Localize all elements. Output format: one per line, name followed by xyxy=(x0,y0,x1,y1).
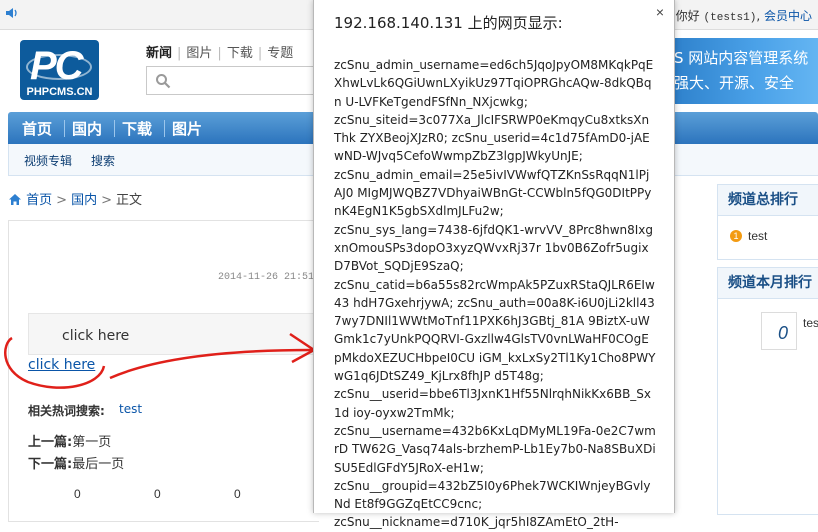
logo-domain: PHPCMS.CN xyxy=(26,86,93,98)
alert-message-line: zcSnu_catid=b6a55s82rcWmpAk5PZuxRStaQJLR… xyxy=(334,277,656,384)
speaker-icon xyxy=(6,8,17,18)
home-icon xyxy=(9,194,21,205)
prev-article[interactable]: 上一篇:第一页 xyxy=(28,431,111,450)
article-click-link[interactable]: click here xyxy=(28,357,95,373)
close-icon[interactable]: × xyxy=(653,5,667,19)
breadcrumb-home[interactable]: 首页 xyxy=(26,193,52,208)
month-count: 0 xyxy=(778,323,789,343)
next-value: 最后一页 xyxy=(72,457,125,472)
alert-message-line: zcSnu_admin_email=25e5ivIVWwfQTZKnSsRqqN… xyxy=(334,167,652,219)
welcome-text: 你好 (tests1), 会员中心 xyxy=(676,7,812,24)
prev-label: 上一篇: xyxy=(28,435,73,450)
alert-message-line: zcSnu__userid=bbe6Tl3JxnK1Hf55NlrqhNikKx… xyxy=(334,387,652,420)
breadcrumb-current: 正文 xyxy=(115,193,142,208)
vote-count: 0 xyxy=(234,487,241,501)
nav-item-images[interactable]: 图片 xyxy=(172,118,202,139)
brand-slogan-2: 强大、开源、安全 xyxy=(674,74,795,92)
alert-message-line: zcSnu_admin_username=ed6ch5JqoJpyOM8MKqk… xyxy=(334,58,654,109)
channel-month-title: 频道本月排行 xyxy=(718,268,818,299)
brand-slogan-1: S 网站内容管理系统 xyxy=(674,49,809,67)
channel-total-ranking: 频道总排行 xyxy=(717,184,818,260)
month-ranking-item[interactable]: tes xyxy=(803,316,818,330)
breadcrumb: 首页 > 国内 > 正文 xyxy=(8,189,142,208)
search-tab-news[interactable]: 新闻 xyxy=(141,42,177,61)
nav-item-download[interactable]: 下载 xyxy=(122,118,152,139)
alert-dialog: 192.168.140.131 上的网页显示: × zcSnu_admin_us… xyxy=(313,0,675,529)
welcome-separator: , xyxy=(756,9,761,23)
rank-number-badge: 1 xyxy=(730,230,742,242)
ranking-item[interactable]: 1 test xyxy=(730,229,767,243)
search-input[interactable] xyxy=(146,66,318,95)
search-tab-downloads[interactable]: 下载 xyxy=(222,42,258,61)
search-type-tabs: 新闻 | 图片 | 下载 | 专题 xyxy=(141,42,298,61)
next-label: 下一篇: xyxy=(28,457,73,472)
alert-message-line: zcSnu_sys_lang=7438-6jfdQK1-wrvVV_8Prc8h… xyxy=(334,222,654,274)
search-tab-images[interactable]: 图片 xyxy=(181,42,217,61)
username: (tests1) xyxy=(703,12,757,24)
alert-title: 192.168.140.131 上的网页显示: xyxy=(334,14,563,32)
subnav-item-video[interactable]: 视频专辑 xyxy=(24,152,72,169)
channel-month-ranking: 频道本月排行 xyxy=(717,267,818,515)
search-tab-topics[interactable]: 专题 xyxy=(262,42,298,61)
related-keyword-link[interactable]: test xyxy=(119,402,142,416)
alert-message-line: zcSnu__nickname=d710K_jqr5hI8ZAmEtO_2tH- xyxy=(334,515,619,530)
search-icon[interactable] xyxy=(155,73,171,89)
site-logo[interactable]: PC PHPCMS.CN xyxy=(20,40,99,100)
article-date: 2014-11-26 21:51 xyxy=(218,272,315,283)
breadcrumb-category[interactable]: 国内 xyxy=(71,193,97,208)
logo-text: PC xyxy=(30,44,84,88)
welcome-prefix: 你好 xyxy=(675,9,700,23)
prev-value: 第一页 xyxy=(72,435,112,450)
alert-message-line: zcSnu__username=432b6KxLqDMyML19Fa-0e2C7… xyxy=(334,423,656,475)
nav-item-home[interactable]: 首页 xyxy=(22,118,52,139)
article-quote-text: click here xyxy=(62,328,130,344)
alert-message-line: zcSnu_siteid=3c077Xa_JlcIFSRWP0eKmqyCu8x… xyxy=(334,112,650,164)
subnav-item-search[interactable]: 搜索 xyxy=(91,152,115,169)
alert-message: zcSnu_admin_username=ed6ch5JqoJpyOM8MKqk… xyxy=(334,56,656,532)
related-keywords-label: 相关热词搜索: xyxy=(28,404,105,418)
channel-total-title: 频道总排行 xyxy=(718,185,818,216)
vote-count: 0 xyxy=(74,487,81,501)
member-center-link[interactable]: 会员中心 xyxy=(764,9,812,23)
ranking-item-label: test xyxy=(748,229,768,243)
next-article[interactable]: 下一篇:最后一页 xyxy=(28,453,124,472)
vote-count: 0 xyxy=(154,487,161,501)
alert-message-line: zcSnu__groupid=432bZ5I0y6Phek7WCKIWnjeyB… xyxy=(334,478,651,512)
nav-item-domestic[interactable]: 国内 xyxy=(72,118,102,139)
